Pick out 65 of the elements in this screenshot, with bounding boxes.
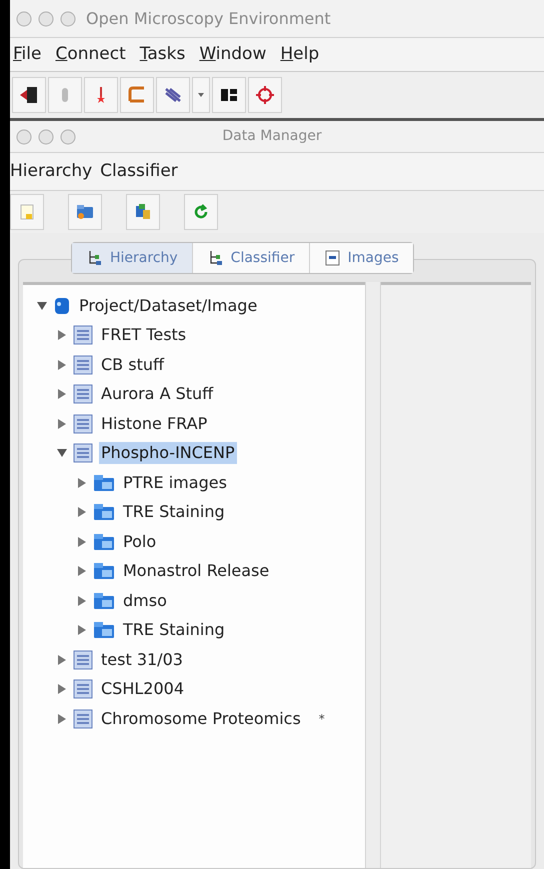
image-list-icon xyxy=(324,249,342,267)
collapsed-arrow-icon[interactable] xyxy=(57,654,67,665)
target-icon xyxy=(255,85,275,105)
tree-item[interactable]: TRE Staining xyxy=(121,501,227,524)
collapsed-arrow-icon[interactable] xyxy=(77,507,87,518)
collapsed-arrow-icon[interactable] xyxy=(57,714,67,724)
project-icon xyxy=(73,384,93,404)
folder-icon xyxy=(93,590,115,611)
collapsed-arrow-icon[interactable] xyxy=(57,389,67,400)
exit-door-icon xyxy=(19,85,39,105)
tree-item[interactable]: TRE Staining xyxy=(121,619,227,642)
expanded-arrow-icon[interactable] xyxy=(57,448,67,458)
tree-item[interactable]: Project/Dataset/Image xyxy=(77,294,260,317)
project-icon xyxy=(73,708,93,729)
project-icon xyxy=(73,325,93,346)
collapsed-arrow-icon[interactable] xyxy=(57,418,67,429)
menu-item[interactable]: Tasks xyxy=(140,42,186,68)
classify-icon xyxy=(133,202,153,222)
menu-item[interactable]: File xyxy=(13,42,42,68)
folder-icon xyxy=(93,620,115,640)
collapsed-arrow-icon[interactable] xyxy=(77,596,87,606)
tree-item[interactable]: PTRE images xyxy=(121,472,229,494)
collapsed-arrow-icon[interactable] xyxy=(57,360,67,370)
collapsed-arrow-icon[interactable] xyxy=(77,478,87,488)
folder-icon xyxy=(93,532,115,552)
tree-item[interactable]: Histone FRAP xyxy=(99,412,210,435)
tree-item[interactable]: Monastrol Release xyxy=(121,560,272,582)
project-icon xyxy=(73,443,93,464)
collapsed-arrow-icon[interactable] xyxy=(77,625,87,636)
tree-item[interactable]: Aurora A Stuff xyxy=(99,383,216,406)
project-icon xyxy=(73,679,93,700)
tree-item[interactable]: Phospho-INCENP xyxy=(99,442,237,464)
folder-icon xyxy=(93,472,115,493)
project-icon xyxy=(73,414,93,434)
collapsed-arrow-icon[interactable] xyxy=(57,330,67,340)
marker: * xyxy=(318,710,325,728)
menu-item[interactable]: Window xyxy=(199,42,266,68)
project-icon xyxy=(73,650,93,670)
folder-icon xyxy=(93,502,115,522)
tree-item[interactable]: FRET Tests xyxy=(99,324,188,346)
collapsed-arrow-icon[interactable] xyxy=(77,536,87,547)
tree-item[interactable]: test 31/03 xyxy=(99,648,185,671)
project-icon xyxy=(73,354,93,375)
tab[interactable]: Hierarchy xyxy=(72,243,192,273)
tab[interactable]: Images xyxy=(308,243,413,273)
collapsed-arrow-icon[interactable] xyxy=(57,684,67,694)
tree-item[interactable]: dmso xyxy=(121,590,169,612)
folder-icon xyxy=(93,561,115,582)
tree-item[interactable]: Chromosome Proteomics xyxy=(99,708,303,730)
menu-item[interactable]: Help xyxy=(280,42,320,68)
expanded-arrow-icon[interactable] xyxy=(37,300,47,311)
tree-item[interactable]: Polo xyxy=(121,530,158,553)
menu-item[interactable]: Hierarchy xyxy=(10,158,92,184)
toolbar-button[interactable] xyxy=(212,77,246,113)
window-title: Open Microscopy Environment xyxy=(86,8,331,30)
caret-icon xyxy=(198,93,204,97)
folder-icon xyxy=(75,202,95,222)
collapsed-arrow-icon[interactable] xyxy=(77,566,87,576)
toolbar-button[interactable] xyxy=(12,77,46,113)
tree-item[interactable]: CSHL2004 xyxy=(99,678,186,700)
menu-item[interactable]: Connect xyxy=(55,42,126,68)
tree-item[interactable]: CB stuff xyxy=(99,354,166,376)
menu-item[interactable]: Classifier xyxy=(100,158,178,184)
window-title: Data Manager xyxy=(221,127,323,146)
database-icon xyxy=(53,296,71,316)
